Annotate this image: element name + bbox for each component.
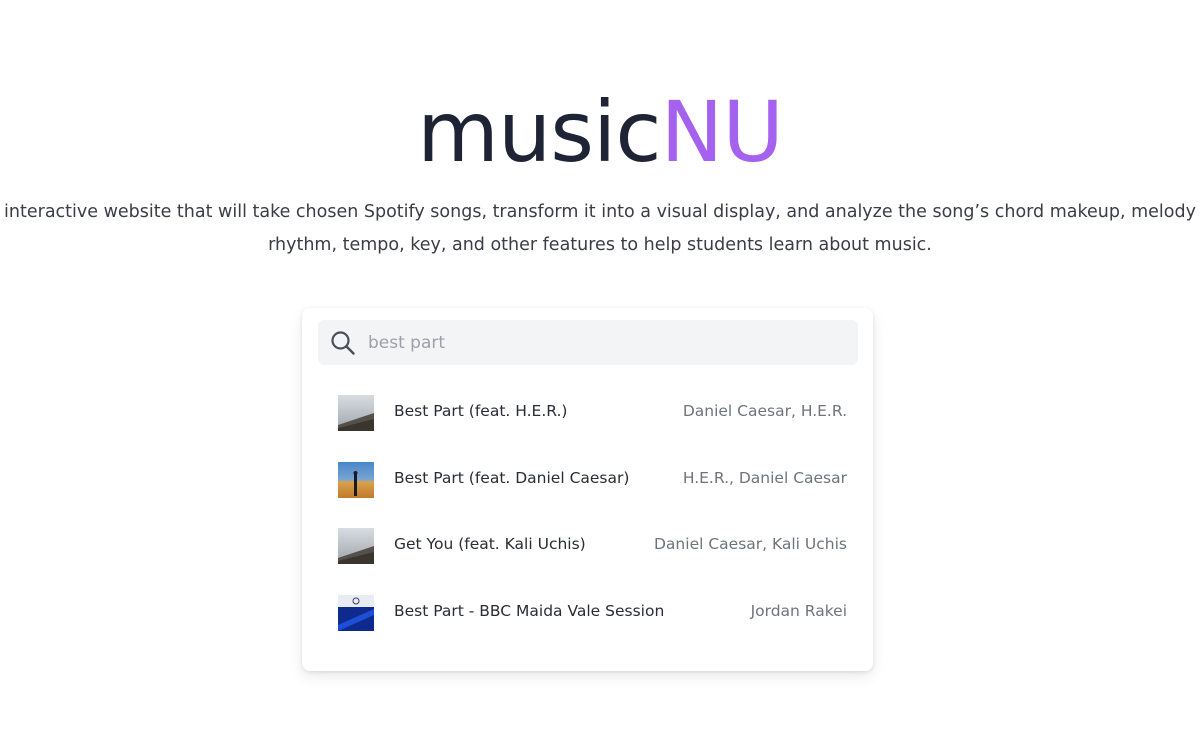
search-result-item[interactable]: Get You (feat. Kali Uchis) Daniel Caesar… [302, 513, 873, 580]
search-result-item[interactable]: Best Part (feat. Daniel Caesar) H.E.R., … [302, 447, 873, 514]
description-line-2: rhythm, tempo, key, and other features t… [268, 235, 932, 255]
page: musicNU interactive website that will ta… [0, 0, 1200, 750]
search-result-item[interactable]: Best Part - BBC Maida Vale Session Jorda… [302, 580, 873, 647]
search-input[interactable] [368, 320, 848, 365]
album-art-thumbnail [338, 395, 374, 431]
site-description: interactive website that will take chose… [0, 196, 1200, 262]
search-card: Best Part (feat. H.E.R.) Daniel Caesar, … [302, 308, 873, 671]
search-bar[interactable] [318, 320, 858, 365]
search-result-item[interactable]: Best Part (feat. H.E.R.) Daniel Caesar, … [302, 380, 873, 447]
song-artist: H.E.R., Daniel Caesar [682, 468, 847, 487]
song-title: Best Part - BBC Maida Vale Session [394, 601, 665, 620]
description-line-1: interactive website that will take chose… [4, 202, 1196, 222]
song-title: Best Part (feat. Daniel Caesar) [394, 468, 630, 487]
logo-text-music: music [417, 83, 661, 181]
search-icon [331, 331, 355, 355]
song-title: Get You (feat. Kali Uchis) [394, 535, 586, 553]
song-artist: Daniel Caesar, Kali Uchis [654, 535, 847, 553]
song-artist: Daniel Caesar, H.E.R. [682, 402, 847, 420]
album-art-thumbnail [338, 528, 374, 564]
site-logo[interactable]: musicNU [0, 82, 1200, 182]
logo-text-nu: NU [660, 83, 784, 181]
song-title: Best Part (feat. H.E.R.) [394, 402, 568, 420]
album-art-thumbnail [338, 461, 374, 498]
album-art-thumbnail [338, 594, 374, 631]
search-results-list: Best Part (feat. H.E.R.) Daniel Caesar, … [302, 380, 873, 646]
song-artist: Jordan Rakei [750, 601, 847, 620]
